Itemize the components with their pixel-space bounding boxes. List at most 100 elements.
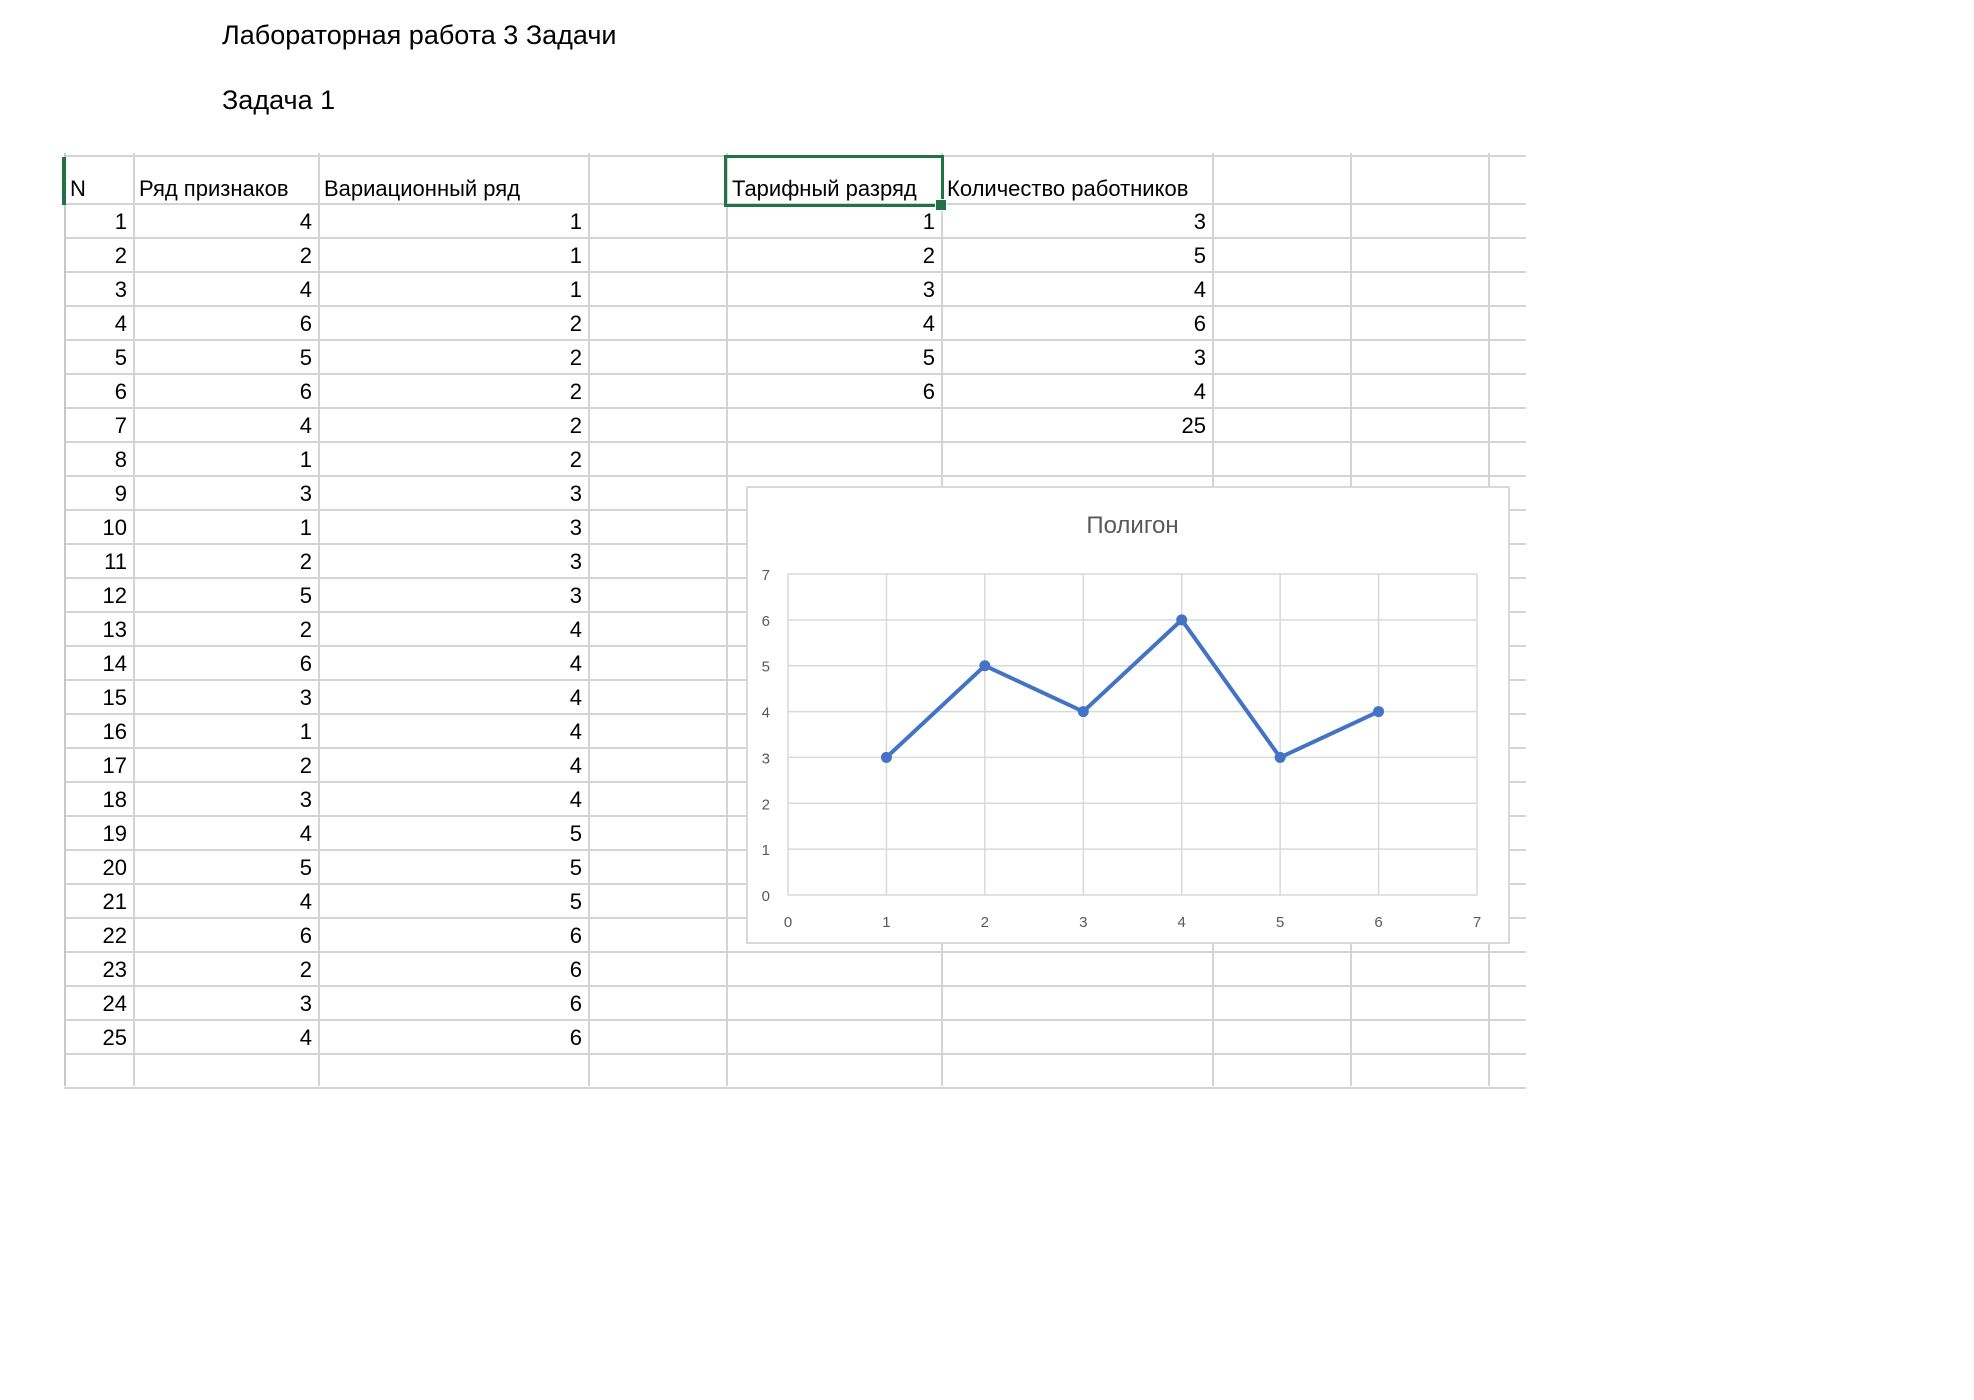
table1-cell-variation[interactable]: 4: [318, 715, 588, 748]
table1-cell-n[interactable]: 9: [64, 477, 133, 510]
table1-cell-variation[interactable]: 4: [318, 647, 588, 680]
header-cell-feature-series[interactable]: Ряд признаков: [133, 172, 318, 205]
table1-cell-feature[interactable]: 5: [133, 851, 318, 884]
table1-cell-n[interactable]: 1: [64, 205, 133, 238]
table2-cell-count[interactable]: 3: [941, 205, 1212, 238]
table1-cell-n[interactable]: 24: [64, 987, 133, 1020]
table1-cell-feature[interactable]: 2: [133, 613, 318, 646]
x-tick-label: 2: [981, 914, 989, 931]
table1-cell-n[interactable]: 4: [64, 307, 133, 340]
header-cell-variation-series[interactable]: Вариационный ряд: [318, 172, 588, 205]
table2-cell-count[interactable]: 6: [941, 307, 1212, 340]
table1-cell-n[interactable]: 25: [64, 1021, 133, 1054]
table1-cell-variation[interactable]: 2: [318, 341, 588, 374]
table1-cell-variation[interactable]: 6: [318, 953, 588, 986]
table1-cell-n[interactable]: 2: [64, 239, 133, 272]
header-cell-tariff-grade[interactable]: Тарифный разряд: [726, 172, 941, 205]
table1-cell-variation[interactable]: 4: [318, 749, 588, 782]
table1-cell-feature[interactable]: 1: [133, 715, 318, 748]
table1-cell-variation[interactable]: 4: [318, 783, 588, 816]
table1-cell-feature[interactable]: 3: [133, 477, 318, 510]
table1-cell-feature[interactable]: 2: [133, 953, 318, 986]
table1-cell-n[interactable]: 5: [64, 341, 133, 374]
table1-cell-feature[interactable]: 1: [133, 511, 318, 544]
table1-cell-feature[interactable]: 4: [133, 273, 318, 306]
table1-cell-feature[interactable]: 2: [133, 545, 318, 578]
table1-cell-variation[interactable]: 5: [318, 885, 588, 918]
table2-cell-grade[interactable]: 1: [726, 205, 941, 238]
table1-cell-feature[interactable]: 2: [133, 749, 318, 782]
table1-cell-feature[interactable]: 5: [133, 579, 318, 612]
table2-cell-grade[interactable]: 3: [726, 273, 941, 306]
table1-cell-n[interactable]: 10: [64, 511, 133, 544]
table1-cell-n[interactable]: 13: [64, 613, 133, 646]
table1-cell-variation[interactable]: 3: [318, 545, 588, 578]
table1-cell-feature[interactable]: 6: [133, 375, 318, 408]
table1-cell-variation[interactable]: 6: [318, 1021, 588, 1054]
table1-cell-feature[interactable]: 6: [133, 919, 318, 952]
table1-cell-feature[interactable]: 3: [133, 783, 318, 816]
table1-cell-variation[interactable]: 1: [318, 205, 588, 238]
table1-cell-variation[interactable]: 3: [318, 511, 588, 544]
table1-cell-n[interactable]: 18: [64, 783, 133, 816]
table1-cell-feature[interactable]: 1: [133, 443, 318, 476]
x-tick-label: 7: [1473, 914, 1481, 931]
header-cell-n[interactable]: N: [64, 172, 133, 205]
table1-cell-variation[interactable]: 2: [318, 307, 588, 340]
grid-line-top: [64, 155, 1526, 157]
table1-cell-feature[interactable]: 2: [133, 239, 318, 272]
polygon-chart[interactable]: Полигон 0 1 2 3 4 5 6 7 0 1 2 3 4 5 6 7: [746, 486, 1510, 944]
table2-cell-grade[interactable]: 4: [726, 307, 941, 340]
table2-cell-grade[interactable]: 6: [726, 375, 941, 408]
table2-cell-grade[interactable]: 5: [726, 341, 941, 374]
table1-cell-variation[interactable]: 2: [318, 443, 588, 476]
table1-cell-n[interactable]: 8: [64, 443, 133, 476]
header-cell-workers-count[interactable]: Количество работников: [941, 172, 1212, 205]
table2-cell-count[interactable]: 5: [941, 239, 1212, 272]
table1-cell-n[interactable]: 15: [64, 681, 133, 714]
table1-cell-variation[interactable]: 3: [318, 579, 588, 612]
table1-cell-variation[interactable]: 6: [318, 919, 588, 952]
table1-cell-feature[interactable]: 4: [133, 205, 318, 238]
table1-cell-feature[interactable]: 6: [133, 647, 318, 680]
table1-cell-variation[interactable]: 5: [318, 851, 588, 884]
x-tick-label: 0: [784, 914, 792, 931]
table1-cell-feature[interactable]: 5: [133, 341, 318, 374]
table2-cell-count[interactable]: 3: [941, 341, 1212, 374]
table1-cell-n[interactable]: 3: [64, 273, 133, 306]
table1-cell-variation[interactable]: 4: [318, 681, 588, 714]
table1-cell-n[interactable]: 14: [64, 647, 133, 680]
table1-cell-n[interactable]: 17: [64, 749, 133, 782]
table1-cell-variation[interactable]: 2: [318, 409, 588, 442]
table1-cell-n[interactable]: 20: [64, 851, 133, 884]
table2-cell-count[interactable]: 4: [941, 273, 1212, 306]
x-tick-label: 3: [1079, 914, 1087, 931]
table1-cell-feature[interactable]: 6: [133, 307, 318, 340]
table1-cell-variation[interactable]: 4: [318, 613, 588, 646]
table1-cell-variation[interactable]: 1: [318, 239, 588, 272]
table2-total-cell[interactable]: 25: [941, 409, 1212, 442]
table1-cell-n[interactable]: 11: [64, 545, 133, 578]
table2-cell-grade[interactable]: 2: [726, 239, 941, 272]
table1-cell-n[interactable]: 6: [64, 375, 133, 408]
table1-cell-feature[interactable]: 4: [133, 885, 318, 918]
table1-cell-feature[interactable]: 4: [133, 1021, 318, 1054]
table1-cell-n[interactable]: 19: [64, 817, 133, 850]
table1-cell-feature[interactable]: 3: [133, 987, 318, 1020]
table1-cell-n[interactable]: 22: [64, 919, 133, 952]
table1-cell-n[interactable]: 16: [64, 715, 133, 748]
table1-cell-variation[interactable]: 6: [318, 987, 588, 1020]
table1-cell-variation[interactable]: 1: [318, 273, 588, 306]
table1-cell-n[interactable]: 7: [64, 409, 133, 442]
table1-cell-feature[interactable]: 3: [133, 681, 318, 714]
table1-cell-variation[interactable]: 2: [318, 375, 588, 408]
table2-cell-count[interactable]: 4: [941, 375, 1212, 408]
fill-handle[interactable]: [935, 199, 947, 211]
table1-cell-n[interactable]: 23: [64, 953, 133, 986]
table1-cell-variation[interactable]: 5: [318, 817, 588, 850]
table1-cell-feature[interactable]: 4: [133, 817, 318, 850]
table1-cell-variation[interactable]: 3: [318, 477, 588, 510]
table1-cell-n[interactable]: 21: [64, 885, 133, 918]
table1-cell-feature[interactable]: 4: [133, 409, 318, 442]
table1-cell-n[interactable]: 12: [64, 579, 133, 612]
